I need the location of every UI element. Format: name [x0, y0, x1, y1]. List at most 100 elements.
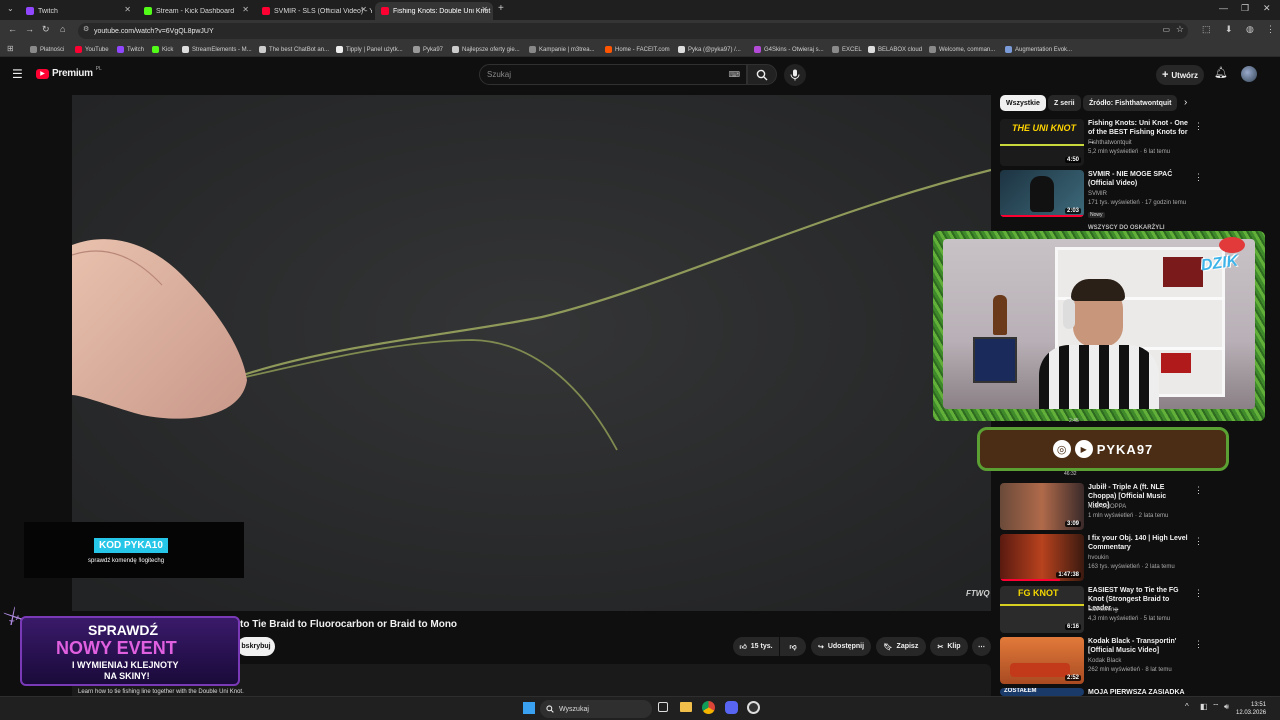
address-bar[interactable]: ⚙ youtube.com/watch?v=6VgQL8pwJUY ▭ ☆ [78, 23, 1188, 39]
bookmark[interactable]: Pyka97 [413, 44, 443, 55]
tab-close-icon[interactable]: ✕ [481, 5, 488, 14]
rec-title[interactable]: SVMIR - NIE MOGE SPAĆ (Official Video) [1088, 170, 1188, 188]
save-button[interactable]: 🔖︎ Zapisz [876, 637, 926, 656]
cast-icon[interactable]: ▭ [1162, 25, 1170, 34]
bookmark[interactable]: Twitch [117, 44, 144, 55]
hamburger-menu-icon[interactable]: ☰ [12, 67, 23, 81]
bookmark[interactable]: Kick [152, 44, 173, 55]
bookmark[interactable]: EXCEL [832, 44, 862, 55]
task-view-icon[interactable] [658, 702, 668, 712]
rec-channel[interactable]: NLE CHOPPA [1088, 504, 1126, 510]
tray-chevron-icon[interactable]: ^ [1185, 702, 1189, 711]
rec-title[interactable]: MOJA PIERWSZA ZASIADKA ... [1088, 688, 1188, 696]
chip-source[interactable]: Źródło: Fishthatwontquit [1083, 95, 1178, 111]
video-thumbnail[interactable]: ZOSTAŁEM [1000, 688, 1084, 696]
rec-channel[interactable]: SVMIR [1088, 191, 1107, 197]
search-button[interactable] [747, 64, 777, 85]
recommendation-item[interactable]: ZOSTAŁEM MOJA PIERWSZA ZASIADKA ... [1000, 688, 1200, 696]
dislike-button[interactable]: 👎︎ [780, 637, 806, 656]
back-icon[interactable]: ← [8, 24, 17, 34]
taskbar-clock[interactable]: 13:51 12.03.2026 [1236, 701, 1266, 717]
rec-menu-icon[interactable]: ⋮ [1194, 536, 1203, 547]
recommendation-item[interactable]: 2:03 SVMIR - NIE MOGE SPAĆ (Official Vid… [1000, 170, 1203, 218]
forward-icon[interactable]: → [25, 24, 34, 34]
volume-icon[interactable]: 🔊︎ [1224, 702, 1229, 712]
bookmark[interactable]: Augmentation Evok... [1005, 44, 1072, 55]
extensions-icon[interactable]: ⬚ [1202, 24, 1211, 35]
bookmark[interactable]: G4Skins - Otwieraj s... [754, 44, 824, 55]
download-icon[interactable]: ⬇ [1225, 24, 1233, 35]
profile-icon[interactable]: ◍ [1246, 24, 1254, 35]
bookmark-star-icon[interactable]: ☆ [1176, 24, 1184, 35]
tab-search-icon[interactable]: ⌄ [7, 4, 14, 13]
new-tab-button[interactable]: + [498, 3, 504, 14]
video-thumbnail[interactable]: 2:03 [1000, 170, 1084, 217]
minimize-icon[interactable]: — [1219, 3, 1228, 13]
rec-menu-icon[interactable]: ⋮ [1194, 485, 1203, 496]
site-info-icon[interactable]: ⚙ [83, 25, 89, 33]
rec-menu-icon[interactable]: ⋮ [1194, 588, 1203, 599]
keyboard-icon[interactable]: ⌨ [728, 70, 740, 79]
share-button[interactable]: ↪ Udostępnij [811, 637, 871, 656]
rec-channel[interactable]: Salt Strong [1088, 607, 1118, 613]
bookmark[interactable]: BELABOX cloud [868, 44, 922, 55]
close-window-icon[interactable]: ✕ [1263, 3, 1271, 14]
tab-close-icon[interactable]: ✕ [360, 5, 367, 14]
browser-tab[interactable]: Stream - Kick Dashboard ✕ [138, 2, 254, 20]
browser-tab-active[interactable]: Fishing Knots: Double Uni Knot ✕ [375, 2, 493, 20]
rec-title[interactable]: Kodak Black - Transportin' [Official Mus… [1088, 637, 1188, 655]
bookmark[interactable]: Płatności [30, 44, 64, 55]
recommendation-item[interactable]: 2:52 Kodak Black - Transportin' [Officia… [1000, 637, 1203, 685]
bookmark[interactable]: Tipply | Panel użytk... [336, 44, 403, 55]
video-thumbnail[interactable]: THE UNI KNOT 4:50 [1000, 119, 1084, 166]
bookmark[interactable]: Kampanie | m3trea... [529, 44, 595, 55]
recommendation-item[interactable]: THE UNI KNOT 4:50 Fishing Knots: Uni Kno… [1000, 119, 1203, 167]
tab-close-icon[interactable]: ✕ [124, 5, 131, 14]
bookmark[interactable]: Najlepsze oferty gie... [452, 44, 520, 55]
rec-title[interactable]: I fix your Obj. 140 | High Level Comment… [1088, 534, 1188, 552]
rec-channel[interactable]: Kodak Black [1088, 658, 1121, 664]
video-thumbnail[interactable]: 2:52 [1000, 637, 1084, 684]
recommendation-item[interactable]: 3:09 Jubilł - Triple A (ft. NLE Choppa) … [1000, 483, 1203, 531]
notifications-bell-icon[interactable]: 🔔︎ [1214, 66, 1228, 79]
avatar[interactable] [1241, 66, 1257, 82]
taskbar-search[interactable]: Wyszukaj [540, 700, 652, 718]
rec-menu-icon[interactable]: ⋮ [1194, 121, 1203, 132]
reload-icon[interactable]: ↻ [42, 24, 50, 35]
recommendation-item[interactable]: 1:47:38 I fix your Obj. 140 | High Level… [1000, 534, 1203, 582]
restore-icon[interactable]: ❐ [1241, 3, 1249, 14]
chrome-icon[interactable] [702, 701, 715, 714]
bookmark[interactable]: Home - FACEIT.com [605, 44, 670, 55]
bookmark[interactable]: The best ChatBot an... [259, 44, 329, 55]
recommendation-item[interactable]: FG KNOT 6:16 EASIEST Way to Tie the FG K… [1000, 586, 1203, 634]
browser-tab[interactable]: Twitch ✕ [20, 2, 136, 20]
video-thumbnail[interactable]: 3:09 [1000, 483, 1084, 530]
rec-menu-icon[interactable]: ⋮ [1194, 639, 1203, 650]
home-icon[interactable]: ⌂ [60, 24, 65, 34]
network-icon[interactable]: ◧ [1200, 702, 1208, 711]
chips-next-icon[interactable]: › [1184, 97, 1187, 108]
channel-watermark[interactable]: FTWQ [966, 589, 990, 598]
apps-grid-icon[interactable]: ⊞ [7, 44, 14, 53]
discord-icon[interactable] [725, 701, 738, 714]
rec-menu-icon[interactable]: ⋮ [1194, 172, 1203, 183]
browser-tab[interactable]: SVMIR - SLS (Official Video) - Y ✕ [256, 2, 372, 20]
clip-button[interactable]: ✂ Klip [930, 637, 968, 656]
chip-series[interactable]: Z serii [1048, 95, 1081, 111]
bookmark[interactable]: Welcome, comman... [929, 44, 995, 55]
youtube-logo[interactable]: ▶ Premium PL [36, 66, 102, 79]
bookmark[interactable]: StreamElements - M... [182, 44, 252, 55]
obs-icon[interactable] [747, 701, 760, 714]
bookmark[interactable]: Pyka (@pyka97) /... [678, 44, 741, 55]
chip-all[interactable]: Wszystkie [1000, 95, 1046, 111]
create-button[interactable]: + Utwórz [1156, 65, 1204, 85]
voice-search-button[interactable] [784, 64, 806, 86]
like-button[interactable]: 👍︎ 15 tys. [733, 637, 779, 656]
more-actions-button[interactable]: ⋯ [972, 637, 991, 656]
rec-channel[interactable]: Fishthatwontquit [1088, 140, 1132, 146]
wifi-icon[interactable]: ⌔ [1212, 702, 1220, 712]
menu-dots-icon[interactable]: ⋮ [1266, 24, 1275, 35]
bookmark[interactable]: YouTube [75, 44, 109, 55]
video-thumbnail[interactable]: 1:47:38 [1000, 534, 1084, 581]
rec-channel[interactable]: hvoukin [1088, 555, 1109, 561]
